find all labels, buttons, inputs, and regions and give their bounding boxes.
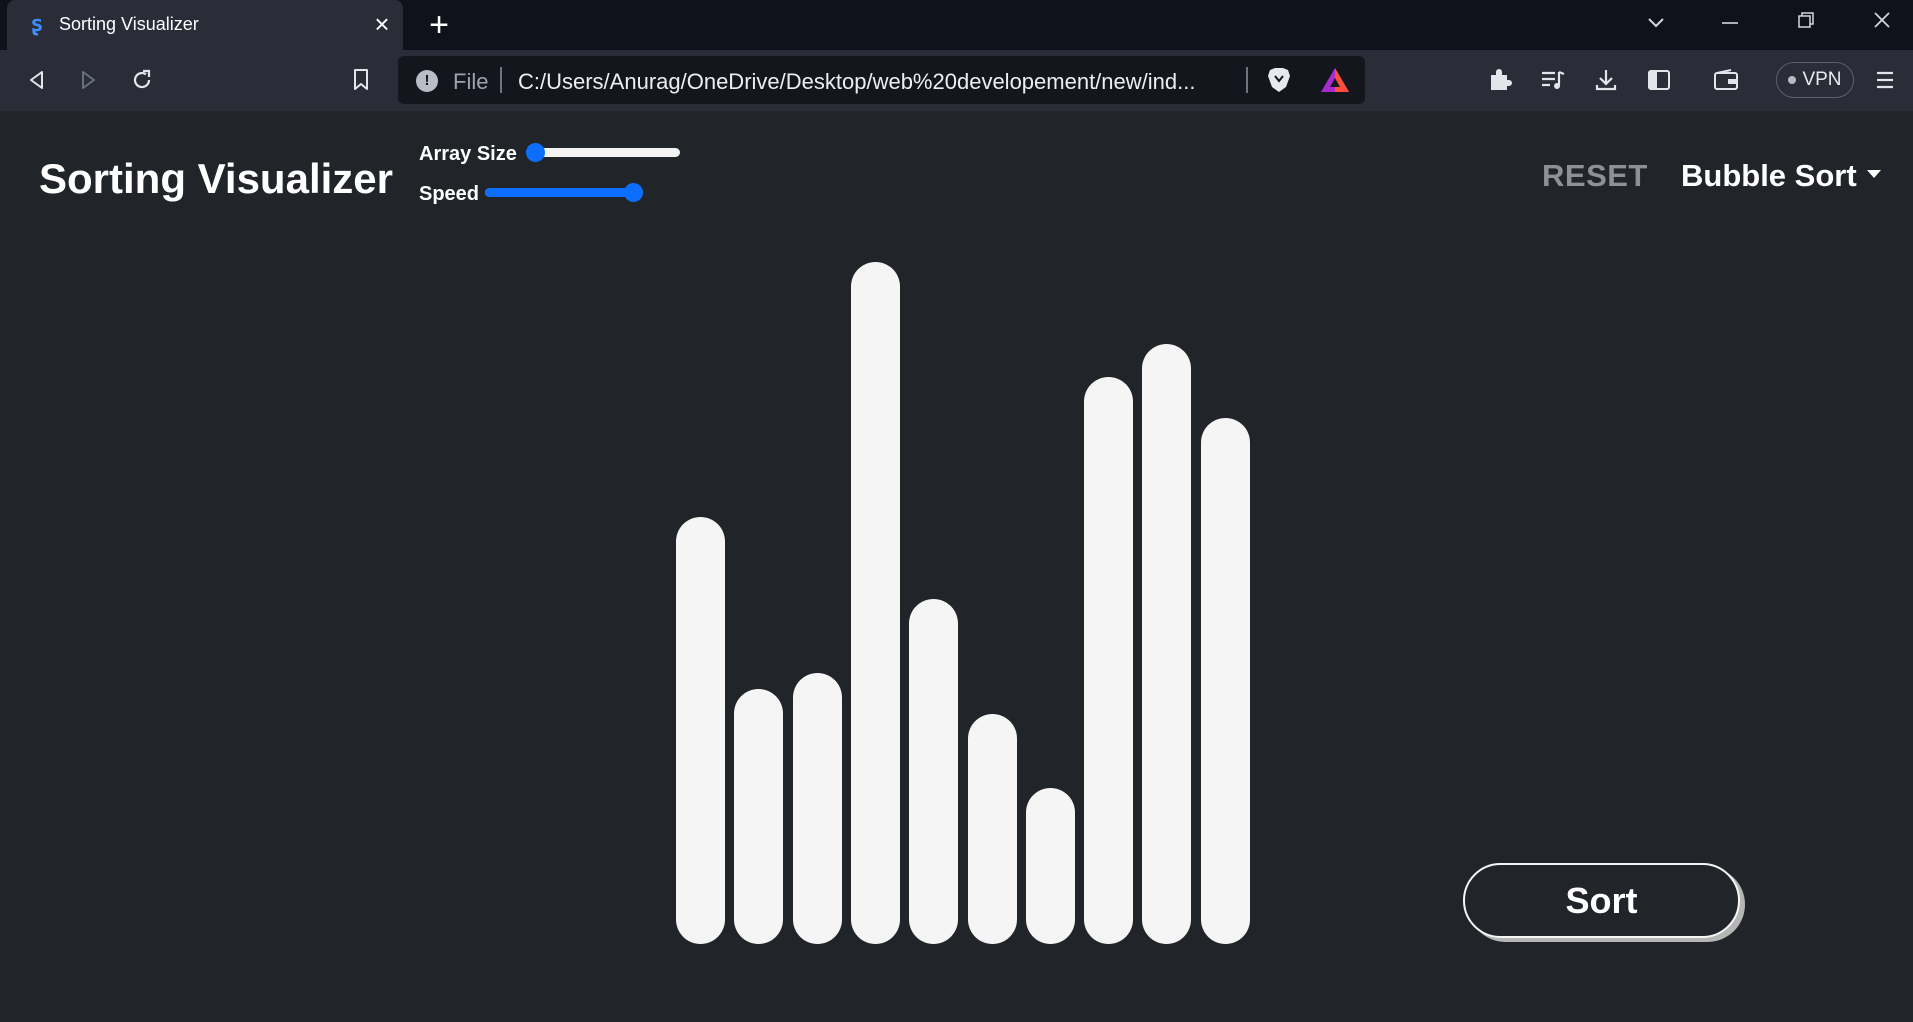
array-size-slider[interactable] — [526, 143, 680, 162]
vpn-button[interactable]: VPN — [1776, 62, 1854, 98]
extensions-icon[interactable] — [1483, 63, 1517, 97]
array-bar — [967, 713, 1017, 944]
caret-down-icon — [1866, 169, 1881, 178]
brave-shields-icon[interactable] — [1266, 66, 1292, 94]
site-info-icon[interactable]: ! — [416, 70, 438, 92]
speed-slider[interactable] — [485, 183, 643, 202]
close-window-button[interactable] — [1864, 8, 1900, 42]
sv-logo-icon: ʂ — [30, 12, 44, 37]
sort-button[interactable]: Sort — [1463, 863, 1740, 938]
array-bar — [676, 516, 725, 944]
download-icon[interactable] — [1589, 63, 1623, 97]
reload-button[interactable] — [125, 63, 159, 97]
restore-button[interactable] — [1788, 8, 1824, 42]
wallet-icon[interactable] — [1709, 63, 1743, 97]
array-size-label: Array Size — [419, 143, 517, 165]
array-bar — [850, 261, 900, 944]
array-bar — [1025, 787, 1075, 944]
address-divider — [500, 67, 502, 93]
speed-slider-fill — [485, 188, 634, 197]
address-url[interactable]: C:/Users/Anurag/OneDrive/Desktop/web%20d… — [518, 69, 1238, 95]
address-bar[interactable]: ! File C:/Users/Anurag/OneDrive/Desktop/… — [398, 56, 1365, 104]
array-bar — [734, 689, 784, 944]
browser-tab[interactable]: ʂ Sorting Visualizer × — [7, 0, 403, 50]
vpn-status-dot — [1788, 76, 1797, 84]
tab-search-chevron-icon[interactable] — [1638, 8, 1674, 42]
bookmark-icon[interactable] — [344, 63, 378, 97]
array-bar — [909, 598, 959, 944]
browser-tab-bar: ʂ Sorting Visualizer × + — [0, 0, 1913, 50]
array-bar — [1084, 376, 1134, 944]
array-bars — [676, 111, 1250, 944]
back-button[interactable] — [20, 63, 54, 97]
array-bar — [1200, 417, 1250, 944]
playlist-icon[interactable] — [1536, 63, 1570, 97]
app-title: Sorting Visualizer — [39, 155, 393, 202]
visualizer-app: Sorting Visualizer Array Size Speed RESE… — [0, 111, 1913, 1022]
array-bar — [1142, 343, 1192, 944]
close-tab-icon[interactable]: × — [367, 9, 397, 39]
speed-slider-thumb[interactable] — [624, 183, 643, 202]
algorithm-dropdown[interactable]: Bubble Sort — [1681, 158, 1881, 194]
address-scheme: File — [453, 69, 489, 94]
array-size-slider-thumb[interactable] — [526, 143, 545, 162]
brave-rewards-icon[interactable] — [1320, 67, 1350, 93]
array-bar — [792, 672, 842, 944]
menu-icon[interactable] — [1868, 63, 1902, 97]
speed-label: Speed — [419, 183, 480, 205]
minimize-button[interactable] — [1712, 8, 1748, 42]
address-divider — [1246, 67, 1248, 93]
sidebar-icon[interactable] — [1642, 63, 1676, 97]
algorithm-selected: Bubble Sort — [1681, 158, 1857, 193]
tab-title: Sorting Visualizer — [59, 14, 199, 34]
sort-label: Sort — [1565, 879, 1638, 921]
vpn-label: VPN — [1802, 69, 1842, 90]
new-tab-button[interactable]: + — [422, 8, 456, 43]
reset-button[interactable]: RESET — [1542, 158, 1648, 194]
forward-button[interactable] — [71, 63, 105, 97]
browser-toolbar: ! File C:/Users/Anurag/OneDrive/Desktop/… — [0, 50, 1913, 111]
